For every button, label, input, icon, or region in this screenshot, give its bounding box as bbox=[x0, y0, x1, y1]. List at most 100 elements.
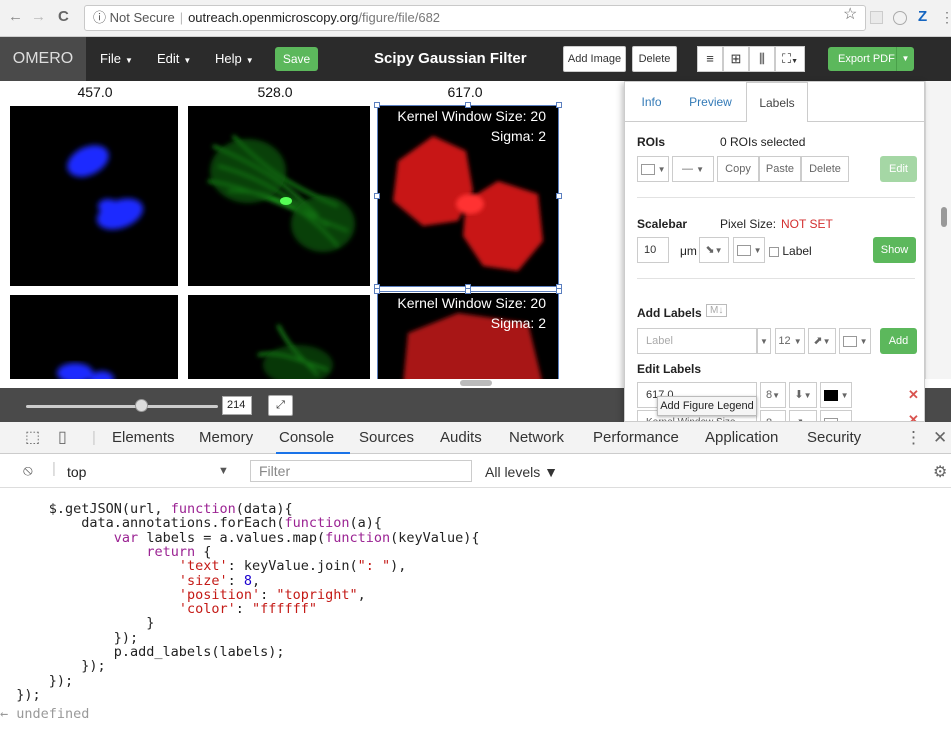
roi-paste-button[interactable]: Paste bbox=[759, 156, 801, 182]
resize-handle[interactable] bbox=[556, 288, 562, 294]
export-pdf-button[interactable]: Export PDF ▼ bbox=[828, 47, 914, 71]
bookmark-star-icon[interactable]: ☆ bbox=[843, 7, 857, 23]
zoom-slider[interactable] bbox=[26, 405, 218, 408]
menu-edit[interactable]: Edit ▼ bbox=[157, 37, 191, 81]
tab-elements[interactable]: Elements bbox=[112, 422, 175, 454]
zoom-slider-knob[interactable] bbox=[134, 399, 148, 412]
context-selector[interactable]: top bbox=[67, 464, 86, 480]
device-toolbar-icon[interactable]: ▯ bbox=[58, 422, 67, 454]
image-panel-blue-2[interactable] bbox=[10, 295, 178, 379]
scalebar-length-input[interactable]: 10 bbox=[637, 237, 669, 263]
edit-label-position-2[interactable]: ⬈▼ bbox=[789, 410, 817, 421]
add-label-button[interactable]: Add bbox=[880, 328, 917, 354]
resize-handle[interactable] bbox=[374, 288, 380, 294]
image-panel-green[interactable] bbox=[188, 106, 370, 286]
selection-box bbox=[377, 105, 559, 287]
forward-icon[interactable]: → bbox=[31, 9, 46, 25]
roi-copy-button[interactable]: Copy bbox=[717, 156, 759, 182]
zotero-icon[interactable]: Z bbox=[918, 9, 927, 25]
panel-label: 457.0 bbox=[77, 84, 113, 100]
menu-dots-icon[interactable]: ⋮ bbox=[940, 9, 951, 25]
menu-edit-label: Edit bbox=[157, 51, 180, 66]
context-dropdown-icon[interactable]: ▼ bbox=[218, 465, 229, 477]
tab-sources[interactable]: Sources bbox=[359, 422, 414, 454]
delete-button[interactable]: Delete bbox=[632, 46, 677, 72]
console-settings-icon[interactable]: ⚙ bbox=[933, 462, 947, 482]
close-devtools-icon[interactable]: ✕ bbox=[933, 422, 947, 454]
tab-info[interactable]: Info bbox=[625, 82, 678, 122]
zoom-options-icon[interactable]: ⛶▼ bbox=[775, 46, 805, 72]
log-levels-select[interactable]: All levels ▼ bbox=[485, 464, 558, 480]
tab-security[interactable]: Security bbox=[807, 422, 861, 454]
omero-brand[interactable]: OMERO bbox=[0, 37, 86, 81]
tab-network[interactable]: Network bbox=[509, 422, 564, 454]
tab-audits[interactable]: Audits bbox=[440, 422, 482, 454]
figure-title[interactable]: Scipy Gaussian Filter bbox=[374, 37, 527, 81]
roi-line-style[interactable]: — ▼ bbox=[672, 156, 714, 182]
scalebar-title: Scalebar bbox=[637, 217, 688, 231]
tab-preview[interactable]: Preview bbox=[678, 82, 743, 122]
remove-label-icon-2[interactable]: ✕ bbox=[908, 412, 919, 421]
tab-labels[interactable]: Labels bbox=[746, 82, 808, 122]
vertical-scroll-thumb[interactable] bbox=[941, 207, 947, 227]
info-icon[interactable]: ⓘ bbox=[93, 10, 106, 25]
clear-console-icon[interactable]: ⦸ bbox=[23, 462, 33, 479]
roi-color-picker[interactable]: ▼ bbox=[637, 156, 669, 182]
markdown-icon[interactable]: M↓ bbox=[706, 304, 728, 317]
zoom-input[interactable]: 214 bbox=[222, 396, 252, 415]
edit-label-color-2[interactable]: ▼ bbox=[820, 410, 852, 421]
resize-handle[interactable] bbox=[374, 102, 380, 108]
zoom-fit-icon[interactable]: ⤢ bbox=[268, 395, 293, 416]
scalebar-show-button[interactable]: Show bbox=[873, 237, 916, 263]
devtools-menu-icon[interactable]: ⋮ bbox=[905, 422, 922, 454]
save-button[interactable]: Save bbox=[275, 47, 318, 71]
horizontal-scroll-thumb[interactable] bbox=[460, 380, 492, 386]
scalebar-label-checkbox[interactable]: Label bbox=[769, 244, 812, 258]
label-text-input[interactable]: Label bbox=[637, 328, 757, 354]
menu-help[interactable]: Help ▼ bbox=[215, 37, 254, 81]
roi-delete-button[interactable]: Delete bbox=[801, 156, 849, 182]
edit-label-color[interactable]: ▼ bbox=[820, 382, 852, 408]
scalebar-color-picker[interactable]: ▼ bbox=[733, 237, 765, 263]
roi-edit-button[interactable]: Edit bbox=[880, 156, 917, 182]
address-bar[interactable]: ⓘ Not Secure | outreach.openmicroscopy.org… bbox=[84, 5, 866, 31]
label-position-picker[interactable]: ⬈▼ bbox=[808, 328, 836, 354]
tab-application[interactable]: Application bbox=[705, 422, 778, 454]
add-image-button[interactable]: Add Image bbox=[563, 46, 626, 72]
blue-dna-image bbox=[67, 145, 144, 230]
align-icon[interactable]: ≡ bbox=[697, 46, 723, 72]
label-color-picker[interactable]: ▼ bbox=[839, 328, 871, 354]
label-text-dropdown[interactable]: ▼ bbox=[757, 328, 771, 354]
edit-label-position[interactable]: ⬇▼ bbox=[789, 382, 817, 408]
grid-icon[interactable]: ⊞ bbox=[723, 46, 749, 72]
add-labels-title: Add Labels bbox=[637, 306, 702, 320]
menu-file[interactable]: File ▼ bbox=[100, 37, 133, 81]
remove-label-icon[interactable]: ✕ bbox=[908, 387, 919, 403]
columns-icon[interactable]: ⫼ bbox=[749, 46, 775, 72]
tab-memory[interactable]: Memory bbox=[199, 422, 253, 454]
export-dropdown-icon[interactable]: ▼ bbox=[896, 47, 914, 71]
tab-performance[interactable]: Performance bbox=[593, 422, 679, 454]
edit-label-size-2[interactable]: 8▼ bbox=[760, 410, 786, 421]
console-filter-input[interactable]: Filter bbox=[250, 460, 472, 482]
back-icon[interactable]: ← bbox=[8, 9, 23, 25]
vertical-scrollbar[interactable] bbox=[925, 81, 951, 379]
tab-console[interactable]: Console bbox=[279, 422, 334, 454]
edit-label-size[interactable]: 8▼ bbox=[760, 382, 786, 408]
resize-handle[interactable] bbox=[465, 102, 471, 108]
reload-icon[interactable]: C bbox=[58, 9, 69, 25]
extension-icon[interactable] bbox=[870, 11, 883, 24]
resize-handle[interactable] bbox=[465, 288, 471, 294]
label-size-select[interactable]: 12 ▼ bbox=[775, 328, 805, 354]
inspect-icon[interactable]: ⬚ bbox=[25, 422, 40, 454]
resize-handle[interactable] bbox=[374, 193, 380, 199]
profile-icon[interactable] bbox=[893, 11, 907, 25]
resize-handle[interactable] bbox=[556, 193, 562, 199]
image-panel-green-2[interactable] bbox=[188, 295, 370, 379]
resize-handle[interactable] bbox=[556, 102, 562, 108]
label-size-value: 12 bbox=[778, 335, 791, 347]
console-output[interactable]: $.getJSON(url, function(data){ data.anno… bbox=[0, 488, 951, 746]
pixel-size-label: Pixel Size: bbox=[720, 217, 777, 231]
image-panel-blue[interactable] bbox=[10, 106, 178, 286]
scalebar-position-picker[interactable]: ⬊▼ bbox=[699, 237, 729, 263]
